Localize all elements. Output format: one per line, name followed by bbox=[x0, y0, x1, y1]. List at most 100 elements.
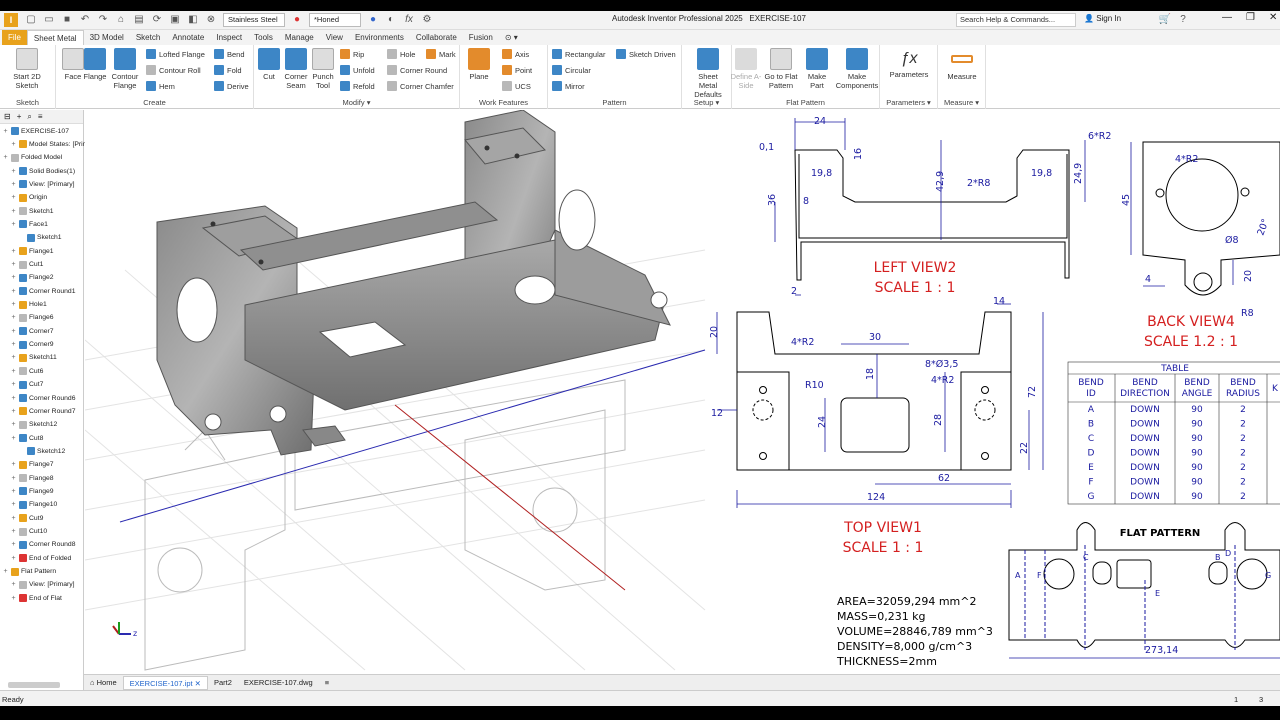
expand-icon[interactable]: + bbox=[10, 555, 17, 562]
browser-item[interactable]: + Flange1 bbox=[10, 247, 54, 256]
browser-scrollbar[interactable] bbox=[8, 682, 60, 688]
menu-icon[interactable]: ≡ bbox=[38, 112, 43, 121]
tab-manage[interactable]: Manage bbox=[279, 30, 320, 45]
expand-icon[interactable]: + bbox=[10, 408, 17, 415]
derive-button[interactable]: Derive bbox=[214, 81, 249, 91]
adjust-icon[interactable]: ● bbox=[366, 13, 380, 27]
corner-round-button[interactable]: Corner Round bbox=[387, 65, 447, 75]
expand-icon[interactable]: + bbox=[10, 341, 17, 348]
browser-item[interactable]: Sketch1 bbox=[18, 233, 62, 242]
expand-icon[interactable]: + bbox=[10, 421, 17, 428]
punch-tool-button[interactable]: Punch Tool bbox=[306, 48, 340, 90]
tab-sketch[interactable]: Sketch bbox=[130, 30, 166, 45]
appearance-ball-icon[interactable]: ● bbox=[290, 13, 304, 27]
browser-item[interactable]: + Flat Pattern bbox=[2, 567, 56, 576]
corner-chamfer-button[interactable]: Corner Chamfer bbox=[387, 81, 454, 91]
parameters-button[interactable]: ƒx Parameters bbox=[884, 48, 934, 79]
expand-icon[interactable]: + bbox=[10, 395, 17, 402]
expand-icon[interactable]: + bbox=[10, 274, 17, 281]
tab-environments[interactable]: Environments bbox=[349, 30, 410, 45]
contour-flange-button[interactable]: Contour Flange bbox=[108, 48, 142, 90]
tab-file[interactable]: File bbox=[2, 30, 27, 45]
expand-icon[interactable]: + bbox=[10, 354, 17, 361]
expand-icon[interactable]: + bbox=[10, 501, 17, 508]
save-icon[interactable]: ■ bbox=[60, 13, 74, 27]
browser-item[interactable]: + Solid Bodies(1) bbox=[10, 167, 75, 176]
select-icon[interactable]: ▣ bbox=[168, 13, 182, 27]
expand-icon[interactable]: + bbox=[10, 515, 17, 522]
plane-button[interactable]: Plane bbox=[462, 48, 496, 81]
expand-icon[interactable]: + bbox=[10, 488, 17, 495]
expand-icon[interactable]: + bbox=[10, 475, 17, 482]
rectangular-button[interactable]: Rectangular bbox=[552, 49, 605, 59]
expand-icon[interactable]: + bbox=[10, 301, 17, 308]
material-select[interactable]: Stainless Steel bbox=[223, 13, 285, 27]
goto-flat-pattern-button[interactable]: Go to Flat Pattern bbox=[760, 48, 802, 90]
browser-item[interactable]: + Corner Round7 bbox=[10, 407, 75, 416]
browser-item[interactable]: + Cut7 bbox=[10, 380, 43, 389]
expand-icon[interactable]: + bbox=[10, 581, 17, 588]
close-icon[interactable]: ✕ bbox=[1269, 12, 1277, 23]
expand-icon[interactable]: + bbox=[10, 541, 17, 548]
browser-item[interactable]: + Corner Round6 bbox=[10, 394, 75, 402]
group-title-measure[interactable]: Measure ▾ bbox=[938, 98, 985, 107]
doc-tabs-menu-icon[interactable]: ≡ bbox=[319, 676, 335, 690]
expand-icon[interactable]: + bbox=[2, 154, 9, 161]
browser-item[interactable]: + Corner7 bbox=[10, 327, 54, 336]
browser-item[interactable]: + Corner Round8 bbox=[10, 540, 75, 549]
inventor-logo-icon[interactable]: I bbox=[4, 13, 18, 27]
measure-button[interactable]: Measure bbox=[942, 48, 982, 81]
tab-annotate[interactable]: Annotate bbox=[166, 30, 210, 45]
fx-icon[interactable]: fx bbox=[402, 13, 416, 27]
add-icon[interactable]: + bbox=[17, 112, 22, 121]
open-folder-icon[interactable]: ▭ bbox=[42, 13, 56, 27]
expand-icon[interactable]: + bbox=[2, 128, 9, 135]
expand-icon[interactable]: + bbox=[10, 435, 17, 442]
browser-item[interactable]: + Origin bbox=[10, 193, 47, 202]
new-file-icon[interactable]: ▢ bbox=[24, 13, 38, 27]
redo-icon[interactable]: ↷ bbox=[96, 13, 110, 27]
hem-button[interactable]: Hem bbox=[146, 81, 175, 91]
tab-view[interactable]: View bbox=[320, 30, 349, 45]
expand-icon[interactable]: + bbox=[10, 595, 17, 602]
browser-item[interactable]: + Sketch12 bbox=[10, 420, 57, 429]
start-sketch-button[interactable]: Start 2D Sketch bbox=[10, 48, 44, 90]
browser-item[interactable]: + Cut10 bbox=[10, 527, 47, 536]
axis-button[interactable]: Axis bbox=[502, 49, 529, 59]
browser-item[interactable]: + Folded Model bbox=[2, 153, 62, 162]
browser-item[interactable]: + Cut8 bbox=[10, 434, 43, 443]
browser-item[interactable]: + View: [Primary] bbox=[10, 580, 75, 589]
make-part-button[interactable]: Make Part bbox=[800, 48, 834, 90]
expand-icon[interactable]: + bbox=[10, 381, 17, 388]
restore-icon[interactable]: ❐ bbox=[1246, 12, 1255, 23]
refold-button[interactable]: Refold bbox=[340, 81, 375, 91]
help-icon[interactable]: ? bbox=[1176, 13, 1190, 27]
rip-button[interactable]: Rip bbox=[340, 49, 364, 59]
view-triad[interactable]: z bbox=[112, 622, 137, 638]
expand-icon[interactable]: + bbox=[10, 288, 17, 295]
expand-icon[interactable]: + bbox=[10, 328, 17, 335]
browser-item[interactable]: + EXERCISE-107 bbox=[2, 127, 69, 135]
browser-item[interactable]: Sketch12 bbox=[18, 447, 65, 456]
browser-item[interactable]: + Flange6 bbox=[10, 313, 54, 322]
doc-tab-home[interactable]: ⌂ Home bbox=[84, 676, 123, 690]
browser-item[interactable]: + End of Folded bbox=[10, 554, 71, 563]
browser-item[interactable]: + Corner9 bbox=[10, 340, 54, 349]
mark-button[interactable]: Mark bbox=[426, 49, 456, 59]
cart-icon[interactable]: 🛒 bbox=[1158, 13, 1172, 27]
browser-item[interactable]: + Cut6 bbox=[10, 367, 43, 376]
ribbon-options-icon[interactable]: ⊙ ▾ bbox=[499, 30, 524, 45]
browser-item[interactable]: + Face1 bbox=[10, 220, 48, 229]
home-icon[interactable]: ⌂ bbox=[114, 13, 128, 27]
expand-icon[interactable]: + bbox=[10, 368, 17, 375]
tab-inspect[interactable]: Inspect bbox=[210, 30, 248, 45]
browser-item[interactable]: + Sketch1 bbox=[10, 207, 54, 216]
expand-icon[interactable]: + bbox=[10, 461, 17, 468]
tab-sheet-metal[interactable]: Sheet Metal bbox=[26, 30, 84, 45]
fold-button[interactable]: Fold bbox=[214, 65, 242, 75]
sheet-metal-part[interactable] bbox=[156, 110, 671, 456]
expand-icon[interactable]: + bbox=[10, 194, 17, 201]
browser-item[interactable]: + View: [Primary] bbox=[10, 180, 75, 189]
lofted-flange-button[interactable]: Lofted Flange bbox=[146, 49, 205, 59]
circular-button[interactable]: Circular bbox=[552, 65, 591, 75]
